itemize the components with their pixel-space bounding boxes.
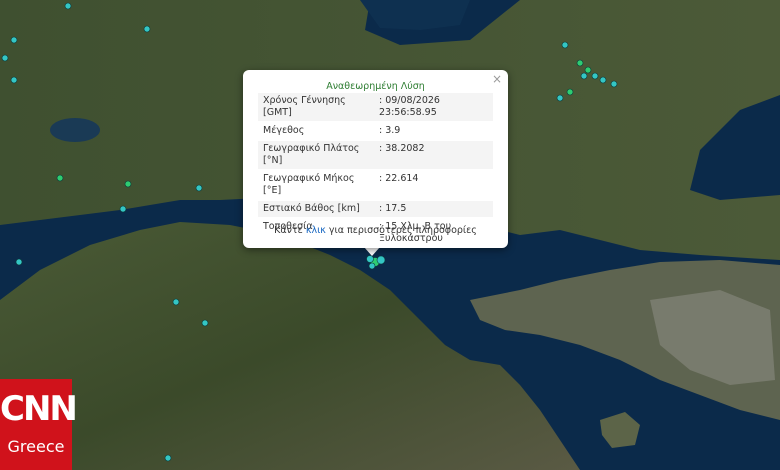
earthquake-marker[interactable] (566, 88, 574, 96)
earthquake-info-popup: Αναθεωρημένη Λύση × Χρόνος Γέννησης [GMT… (243, 70, 508, 248)
logo-text-cnn: CNN (0, 389, 78, 429)
more-info-suffix: για περισσότερες πληροφορίες (325, 225, 477, 236)
earthquake-marker[interactable] (368, 262, 376, 270)
earthquake-marker[interactable] (366, 255, 374, 263)
earthquake-marker[interactable] (10, 76, 18, 84)
more-info-prefix: Κάντε (274, 225, 306, 236)
earthquake-marker[interactable] (64, 2, 72, 10)
info-row: Γεωγραφικό Μήκος [°E] : 22.614 (258, 171, 493, 199)
row-value: : 17.5 (379, 203, 407, 214)
row-label: Χρόνος Γέννησης [GMT] (263, 95, 346, 118)
earthquake-marker[interactable] (164, 454, 172, 462)
earthquake-marker[interactable] (1, 54, 9, 62)
info-row: Μέγεθος : 3.9 (258, 123, 493, 139)
row-value: : 38.2082 (379, 143, 425, 154)
info-row: Χρόνος Γέννησης [GMT] : 09/08/2026 23:56… (258, 93, 493, 121)
lake (50, 118, 100, 142)
earthquake-marker[interactable] (10, 36, 18, 44)
earthquake-marker[interactable] (143, 25, 151, 33)
earthquake-marker[interactable] (580, 72, 588, 80)
earthquake-marker[interactable] (376, 255, 386, 265)
popup-title: Αναθεωρημένη Λύση (326, 81, 425, 92)
earthquake-marker[interactable] (124, 180, 132, 188)
more-info-text: Κάντε κλικ για περισσότερες πληροφορίες (243, 225, 508, 236)
row-label: Γεωγραφικό Μήκος [°E] (263, 173, 355, 196)
earthquake-marker[interactable] (15, 258, 23, 266)
earthquake-marker[interactable] (561, 41, 569, 49)
info-row: Εστιακό Βάθος [km] : 17.5 (258, 201, 493, 217)
earthquake-marker[interactable] (195, 184, 203, 192)
earthquake-marker[interactable] (556, 94, 564, 102)
earthquake-marker[interactable] (610, 80, 618, 88)
row-label: Γεωγραφικό Πλάτος [°N] (263, 143, 360, 166)
close-icon[interactable]: × (492, 72, 502, 86)
earthquake-marker[interactable] (584, 66, 592, 74)
earthquake-marker[interactable] (56, 174, 64, 182)
earthquake-marker[interactable] (599, 76, 607, 84)
earthquake-marker[interactable] (591, 72, 599, 80)
earthquake-marker[interactable] (119, 205, 127, 213)
earthquake-marker[interactable] (576, 59, 584, 67)
row-label: Εστιακό Βάθος [km] (263, 203, 360, 214)
row-label: Μέγεθος (263, 125, 305, 136)
logo-text-greece: Greece (7, 437, 65, 456)
row-value: : 22.614 (379, 173, 419, 184)
earthquake-marker[interactable] (172, 298, 180, 306)
cnn-greece-logo: CNN Greece (0, 379, 78, 470)
earthquake-marker[interactable] (201, 319, 209, 327)
info-row: Γεωγραφικό Πλάτος [°N] : 38.2082 (258, 141, 493, 169)
more-info-link[interactable]: κλικ (306, 225, 326, 236)
row-value: : 3.9 (379, 125, 401, 136)
row-value: : 09/08/2026 23:56:58.95 (379, 95, 440, 118)
